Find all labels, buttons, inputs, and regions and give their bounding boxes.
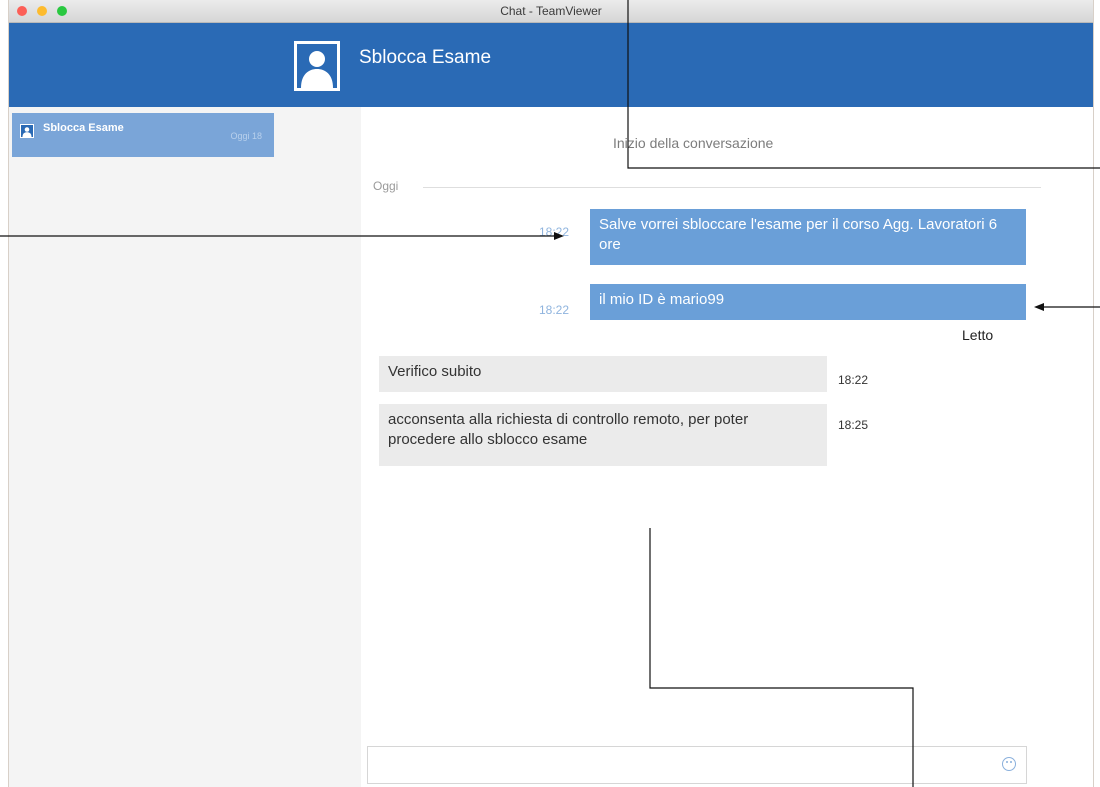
conversation-pane: Inizio della conversazione Oggi 18:22 Sa… xyxy=(361,107,1093,787)
incoming-message: acconsenta alla richiesta di controllo r… xyxy=(379,404,827,466)
day-separator-line xyxy=(423,187,1041,188)
user-silhouette-icon xyxy=(20,124,34,138)
message-time: 18:22 xyxy=(539,225,570,239)
contacts-sidebar: Sblocca Esame Oggi 18 xyxy=(9,107,361,787)
chat-window: Chat - TeamViewer Sblocca Esame Sblocca … xyxy=(8,0,1094,787)
message-time: 18:22 xyxy=(539,303,570,317)
incoming-message: Verifico subito xyxy=(379,356,827,392)
outgoing-message: il mio ID è mario99 xyxy=(590,284,1026,320)
contact-name: Sblocca Esame xyxy=(43,122,124,134)
message-time: 18:22 xyxy=(838,373,869,387)
conversation-start-label: Inizio della conversazione xyxy=(613,135,774,151)
day-separator-label: Oggi xyxy=(373,179,399,193)
contact-time: Oggi 18 xyxy=(230,131,262,141)
message-input-box[interactable] xyxy=(367,746,1027,784)
message-input[interactable] xyxy=(376,747,1000,783)
outgoing-message: Salve vorrei sbloccare l'esame per il co… xyxy=(590,209,1026,265)
title-bar: Chat - TeamViewer xyxy=(9,0,1093,23)
chat-header: Sblocca Esame xyxy=(9,23,1093,107)
contact-item-sblocca-esame[interactable]: Sblocca Esame Oggi 18 xyxy=(12,113,274,157)
emoji-icon[interactable] xyxy=(1002,757,1016,771)
read-receipt: Letto xyxy=(962,327,994,343)
chat-header-name: Sblocca Esame xyxy=(359,47,492,68)
message-time: 18:25 xyxy=(838,418,869,432)
user-silhouette-icon xyxy=(294,41,340,91)
window-title: Chat - TeamViewer xyxy=(500,4,602,18)
